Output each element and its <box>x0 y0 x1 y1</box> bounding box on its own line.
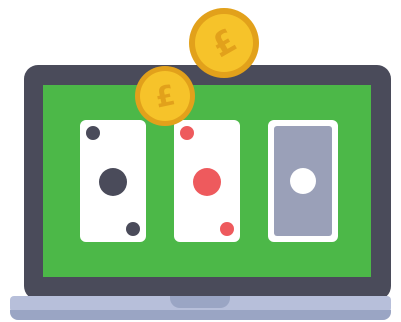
coins-layer: £ £ <box>135 8 259 126</box>
pound-coin-icon: £ <box>135 66 195 126</box>
pound-coin-icon: £ <box>189 8 259 78</box>
